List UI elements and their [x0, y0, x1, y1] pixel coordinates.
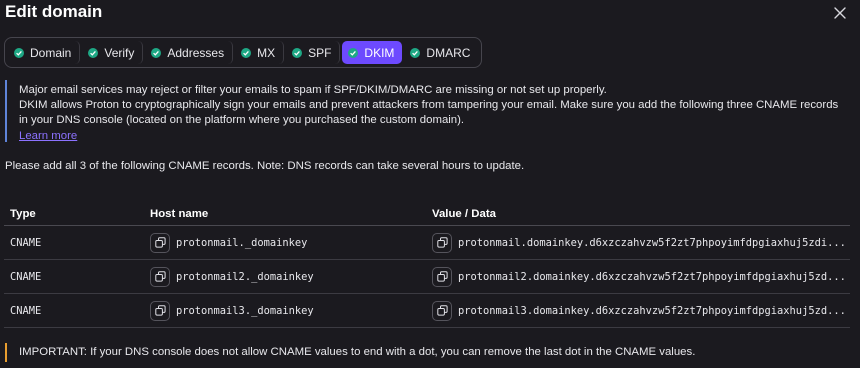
copy-icon [154, 271, 166, 282]
header-host: Host name [150, 207, 209, 220]
close-icon [834, 7, 846, 19]
tab-label: MX [257, 45, 276, 60]
check-circle-icon [241, 47, 252, 58]
check-circle-icon [292, 47, 303, 58]
tab-verify[interactable]: Verify [82, 41, 144, 64]
copy-icon [154, 237, 166, 248]
table-header: Type Host name Value / Data [4, 202, 850, 226]
copy-host-button[interactable] [150, 232, 170, 253]
cname-records-table: Type Host name Value / Data CNAME proton… [4, 202, 850, 328]
record-host: protonmail2._domainkey [176, 270, 314, 283]
record-host: protonmail3._domainkey [176, 304, 314, 317]
info-line-spam: Major email services may reject or filte… [19, 84, 607, 96]
record-type: CNAME [10, 236, 42, 249]
check-circle-icon [14, 47, 24, 58]
learn-more-link[interactable]: Learn more [19, 129, 77, 144]
record-value: protonmail.domainkey.d6xzczahvzw5f2zt7ph… [458, 236, 846, 249]
record-value: protonmail3.domainkey.d6xzczahvzw5f2zt7p… [458, 304, 846, 317]
record-type: CNAME [10, 304, 42, 317]
edit-domain-modal: Edit domain Domain Verify Addresses MX S… [0, 0, 860, 368]
tab-label: Domain [30, 45, 72, 60]
copy-icon [436, 271, 448, 282]
record-host: protonmail._domainkey [176, 236, 308, 249]
tab-label: SPF [308, 45, 332, 60]
cname-instruction: Please add all 3 of the following CNAME … [5, 160, 525, 172]
tab-label: DKIM [364, 45, 395, 60]
close-button[interactable] [830, 3, 850, 23]
copy-host-button[interactable] [150, 300, 170, 321]
check-circle-icon [151, 47, 162, 58]
header-type: Type [10, 207, 36, 220]
tab-dkim[interactable]: DKIM [342, 41, 403, 64]
copy-icon [436, 305, 448, 316]
table-row: CNAME protonmail._domainkey protonmail.d… [4, 226, 850, 260]
info-line-dkim: DKIM allows Proton to cryptographically … [19, 99, 839, 127]
copy-icon [436, 237, 448, 248]
modal-title: Edit domain [5, 2, 103, 21]
copy-host-button[interactable] [150, 266, 170, 287]
table-row: CNAME protonmail3._domainkey protonmail3… [4, 294, 850, 328]
tab-mx[interactable]: MX [235, 41, 285, 64]
copy-value-button[interactable] [432, 232, 452, 253]
tab-label: DMARC [426, 45, 471, 60]
tab-dmarc[interactable]: DMARC [404, 41, 478, 64]
copy-value-button[interactable] [432, 266, 452, 287]
check-circle-icon [410, 47, 421, 58]
tab-label: Addresses [167, 45, 225, 60]
tab-domain[interactable]: Domain [8, 41, 81, 64]
tab-addresses[interactable]: Addresses [145, 41, 234, 64]
copy-value-button[interactable] [432, 300, 452, 321]
domain-tabs: Domain Verify Addresses MX SPF DKIM DMAR… [4, 37, 483, 68]
record-value: protonmail2.domainkey.d6xzczahvzw5f2zt7p… [458, 270, 846, 283]
tab-spf[interactable]: SPF [286, 41, 341, 64]
record-type: CNAME [10, 270, 42, 283]
important-notice: IMPORTANT: If your DNS console does not … [5, 343, 850, 362]
header-value: Value / Data [432, 207, 496, 220]
table-row: CNAME protonmail2._domainkey protonmail2… [4, 260, 850, 294]
tab-label: Verify [104, 45, 135, 60]
copy-icon [154, 305, 166, 316]
check-circle-icon [348, 47, 359, 58]
check-circle-icon [88, 47, 99, 58]
info-notice: Major email services may reject or filte… [5, 80, 850, 142]
